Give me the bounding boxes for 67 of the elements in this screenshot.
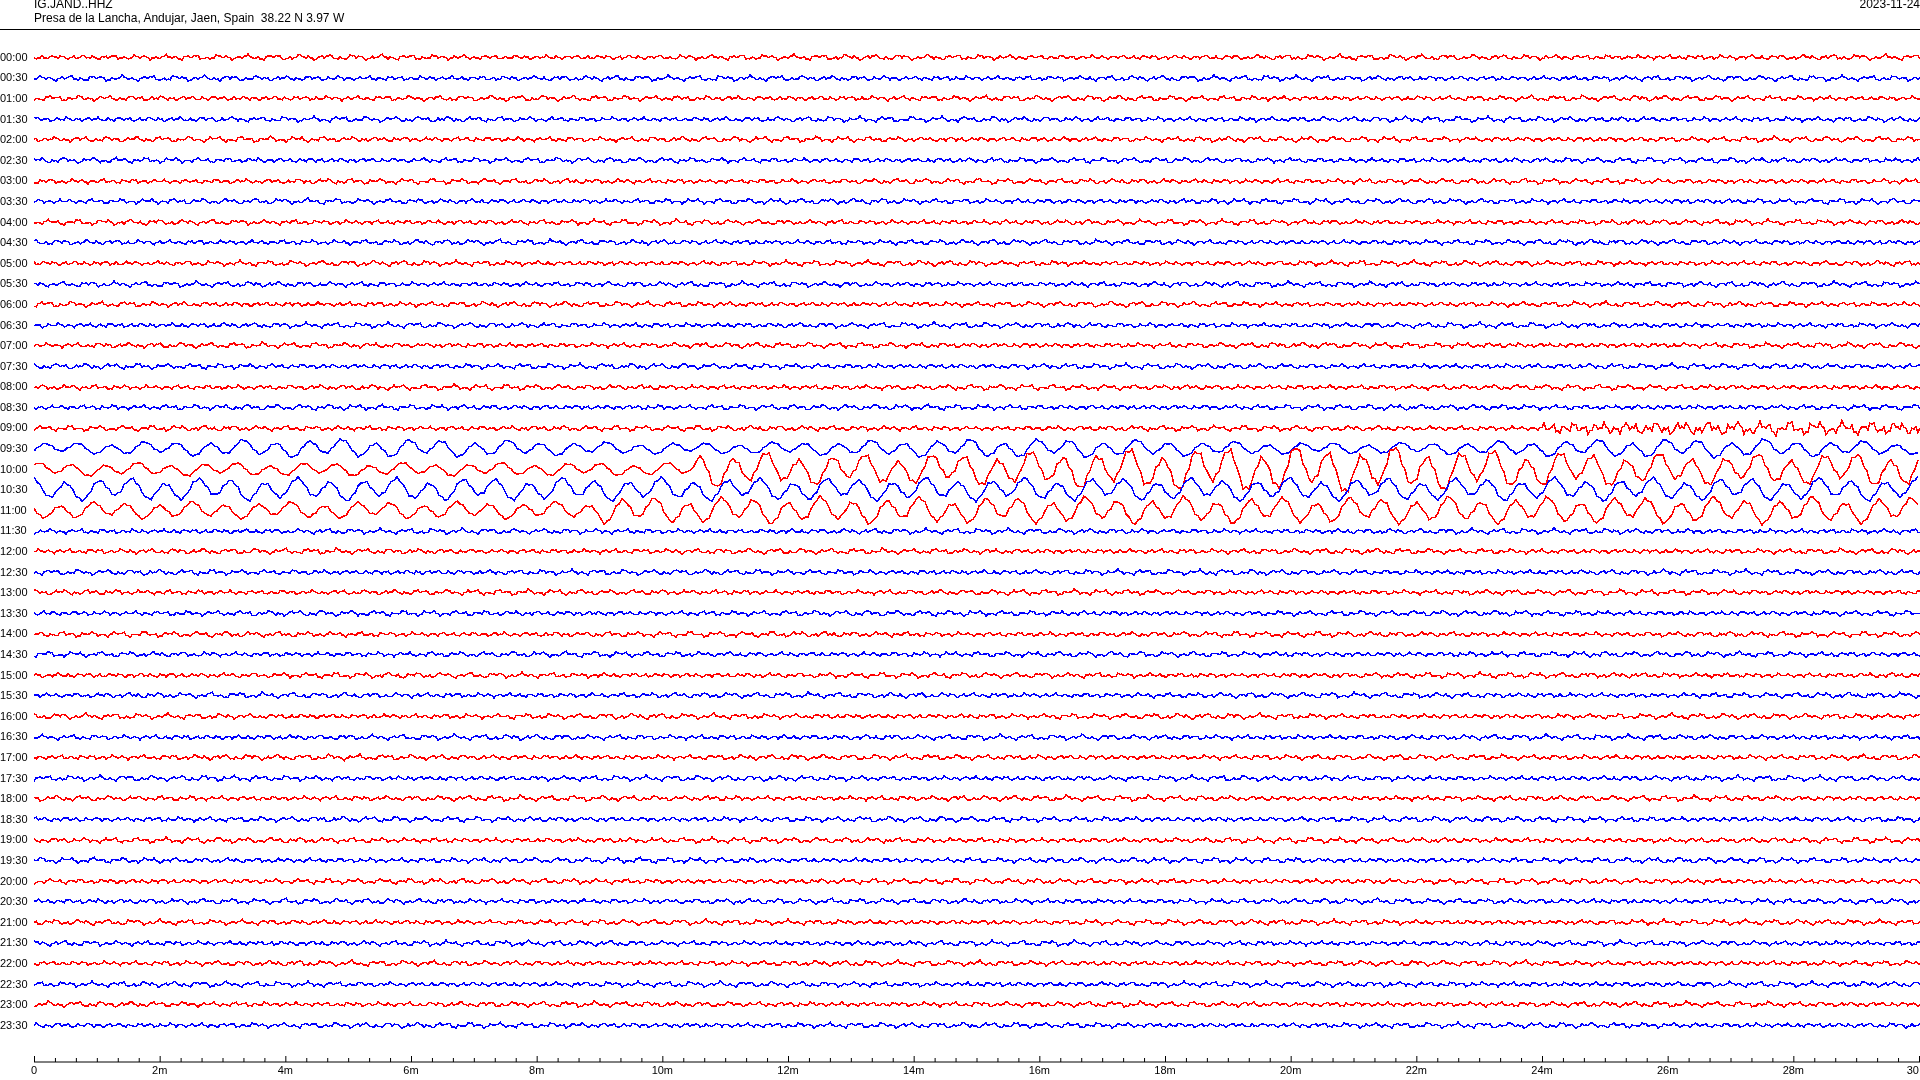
axis-label: 26m — [1656, 1065, 1679, 1076]
axis-label: 20m — [1279, 1065, 1302, 1076]
time-label: 20:00 — [0, 875, 29, 887]
time-label: 15:00 — [0, 669, 29, 681]
time-label: 13:00 — [0, 587, 29, 599]
time-label: 09:00 — [0, 422, 29, 434]
time-label: 04:30 — [0, 237, 29, 249]
time-label: 22:00 — [0, 957, 29, 969]
time-label: 11:30 — [0, 525, 28, 537]
time-label: 00:00 — [0, 51, 29, 63]
axis-label: 2m — [152, 1065, 168, 1076]
time-label: 22:30 — [0, 978, 29, 990]
time-label: 05:00 — [0, 257, 29, 269]
time-label: 08:30 — [0, 401, 29, 413]
time-label: 06:30 — [0, 319, 29, 331]
time-label: 17:30 — [0, 772, 29, 784]
time-label: 08:00 — [0, 381, 29, 393]
time-label: 02:00 — [0, 134, 29, 146]
time-label: 10:00 — [0, 463, 29, 475]
axis-label: 22m — [1405, 1065, 1428, 1076]
time-label: 12:00 — [0, 546, 29, 558]
time-label: 20:30 — [0, 896, 29, 908]
time-label: 07:30 — [0, 360, 29, 372]
axis-label: 12m — [777, 1065, 799, 1076]
time-label: 21:30 — [0, 937, 29, 949]
time-label: 04:00 — [0, 216, 29, 228]
plot-date: 2023-11-24 — [1859, 0, 1920, 13]
axis-label: 10m — [651, 1065, 674, 1076]
time-label: 16:00 — [0, 710, 29, 722]
time-label: 19:00 — [0, 834, 29, 846]
time-label: 03:30 — [0, 195, 29, 207]
axis-label: 4m — [277, 1065, 293, 1076]
time-label: 17:00 — [0, 752, 29, 763]
axis-label: 14m — [902, 1065, 925, 1076]
time-label: 02:30 — [0, 154, 29, 166]
time-label: 05:30 — [0, 278, 29, 290]
time-label: 06:00 — [0, 298, 29, 310]
time-label: 23:00 — [0, 999, 29, 1011]
axis-label: 8m — [529, 1065, 545, 1076]
axis-label: 28m — [1782, 1065, 1805, 1076]
time-label: 01:30 — [0, 113, 29, 125]
axis-label: 24m — [1531, 1065, 1553, 1076]
time-label: 18:00 — [0, 793, 29, 805]
time-label: 13:30 — [0, 607, 29, 619]
axis-label: 0 — [30, 1065, 38, 1076]
time-label: 01:00 — [0, 93, 29, 104]
axis-label: 30 — [1906, 1065, 1919, 1076]
station-code: IG.JAND..HHZ — [34, 0, 114, 11]
axis-label: 16m — [1028, 1065, 1051, 1076]
axis-label: 6m — [403, 1065, 419, 1076]
time-label: 10:30 — [0, 484, 29, 496]
time-label: 03:00 — [0, 175, 29, 187]
time-label: 11:00 — [0, 504, 28, 516]
time-label: 14:00 — [0, 628, 29, 640]
time-label: 16:30 — [0, 731, 29, 743]
time-label: 09:30 — [0, 443, 29, 455]
time-label: 15:30 — [0, 690, 29, 702]
time-label: 14:30 — [0, 649, 29, 660]
axis-label: 18m — [1154, 1065, 1176, 1076]
time-label: 23:30 — [0, 1019, 29, 1031]
time-label: 18:30 — [0, 813, 29, 825]
time-label: 12:30 — [0, 566, 29, 578]
time-label: 00:30 — [0, 72, 29, 84]
time-label: 21:00 — [0, 916, 29, 928]
station-location: Presa de la Lancha, Andujar, Jaen, Spain 38.22 N 3.97 W — [34, 11, 345, 25]
time-label: 19:30 — [0, 854, 29, 866]
time-label: 07:00 — [0, 340, 29, 352]
